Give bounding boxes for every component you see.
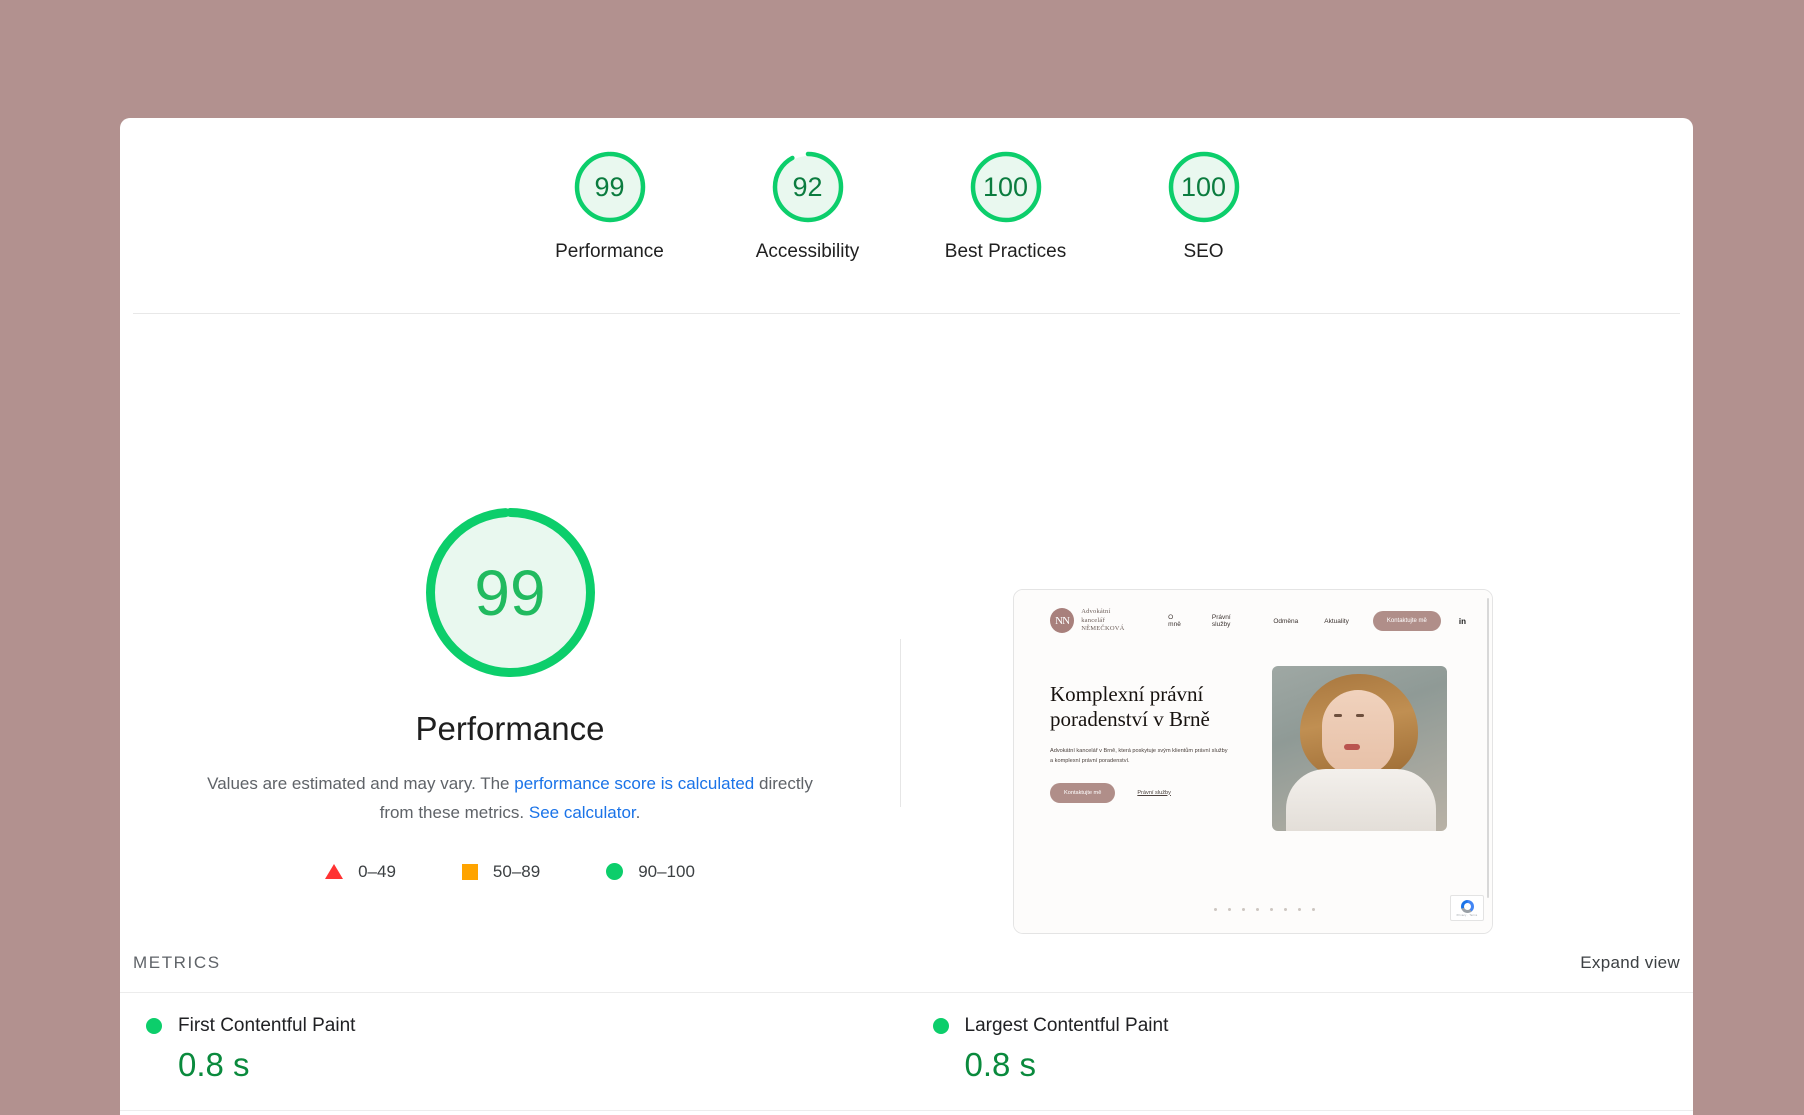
category-body: 99 Performance Values are estimated and … bbox=[120, 314, 1693, 934]
site-navbar: NN Advokátní kancelář NĚMEČKOVÁ O mně Pr… bbox=[1014, 590, 1492, 652]
carousel-dot bbox=[1270, 908, 1273, 911]
site-hero-secondary-link: Právní služby bbox=[1137, 789, 1171, 796]
logo-monogram-icon: NN bbox=[1050, 608, 1075, 634]
metric-header: Largest Contentful Paint bbox=[932, 1015, 1681, 1037]
site-nav-cta-button: Kontaktujte mě bbox=[1372, 611, 1441, 631]
gauge-label-best-practices: Best Practices bbox=[944, 241, 1067, 262]
site-logo-text: Advokátní kancelář NĚMEČKOVÁ bbox=[1081, 608, 1134, 634]
report-card: 99 Performance 92 Accessibility 100 Best… bbox=[120, 118, 1693, 1115]
column-divider bbox=[900, 639, 901, 807]
carousel-dot bbox=[1228, 908, 1231, 911]
metrics-section-label: METRICS bbox=[133, 953, 221, 972]
legend-range-average: 50–89 bbox=[492, 861, 541, 881]
photo-eye-left bbox=[1334, 714, 1342, 717]
site-logo: NN Advokátní kancelář NĚMEČKOVÁ bbox=[1050, 608, 1134, 634]
site-nav-menu: O mně Právní služby Odměna Aktuality bbox=[1168, 614, 1349, 628]
site-hero: Komplexní právní poradenství v Brně Advo… bbox=[1050, 682, 1245, 803]
carousel-dot bbox=[1242, 908, 1245, 911]
page-title: Performance bbox=[415, 710, 605, 747]
see-calculator-link[interactable]: See calculator bbox=[529, 803, 636, 822]
site-hero-actions: Kontaktujte mě Právní služby bbox=[1050, 782, 1245, 803]
site-nav-item-0: O mně bbox=[1168, 614, 1181, 628]
gauge-ring-accessibility: 92 bbox=[770, 149, 846, 225]
site-hero-cta-button: Kontaktujte mě bbox=[1050, 782, 1116, 803]
carousel-dot bbox=[1256, 908, 1259, 911]
summary-gauge-seo[interactable]: 100 SEO bbox=[1146, 149, 1262, 263]
performance-block: 99 Performance Values are estimated and … bbox=[120, 314, 900, 882]
carousel-dot bbox=[1284, 908, 1287, 911]
gauge-ring-best-practices: 100 bbox=[968, 149, 1044, 225]
metrics-grid: First Contentful Paint 0.8 s Largest Con… bbox=[120, 992, 1693, 1111]
logo-line-2: NĚMEČKOVÁ bbox=[1081, 625, 1125, 633]
site-hero-photo bbox=[1272, 666, 1447, 831]
recaptcha-icon bbox=[1460, 899, 1474, 913]
score-legend: 0–49 50–89 90–100 bbox=[325, 862, 695, 882]
site-scrollbar bbox=[1487, 598, 1489, 898]
site-hero-title: Komplexní právní poradenství v Brně bbox=[1050, 682, 1210, 732]
legend-item-average: 50–89 bbox=[461, 861, 541, 882]
gauge-score-performance: 99 bbox=[594, 171, 625, 202]
triangle-icon bbox=[325, 864, 344, 880]
performance-score: 99 bbox=[474, 556, 546, 629]
performance-description: Values are estimated and may vary. The p… bbox=[190, 770, 830, 828]
recaptcha-badge: Privacy · Terms bbox=[1450, 895, 1484, 921]
photo-eye-right bbox=[1356, 714, 1364, 717]
logo-line-1: Advokátní kancelář bbox=[1081, 607, 1111, 624]
expand-view-toggle[interactable]: Expand view bbox=[1580, 953, 1680, 973]
site-nav-item-1: Právní služby bbox=[1211, 614, 1231, 628]
legend-range-pass: 90–100 bbox=[638, 861, 695, 881]
performance-gauge: 99 bbox=[420, 502, 601, 683]
metrics-column-right: Largest Contentful Paint 0.8 s bbox=[906, 993, 1693, 1111]
carousel-dot bbox=[1312, 908, 1315, 911]
circle-icon bbox=[606, 863, 624, 881]
metrics-header: METRICS Expand view bbox=[120, 934, 1693, 992]
metric-row[interactable]: First Contentful Paint 0.8 s bbox=[120, 993, 907, 1111]
lighthouse-report-page: 99 Performance 92 Accessibility 100 Best… bbox=[0, 0, 1804, 1115]
carousel-dot bbox=[1298, 908, 1301, 911]
site-nav-item-2: Odměna bbox=[1273, 617, 1299, 625]
gauge-label-performance: Performance bbox=[555, 241, 664, 262]
square-icon bbox=[461, 863, 478, 880]
metric-name: Largest Contentful Paint bbox=[964, 1015, 1169, 1036]
legend-item-pass: 90–100 bbox=[606, 862, 695, 882]
site-nav-item-3: Aktuality bbox=[1324, 617, 1349, 625]
metric-name: First Contentful Paint bbox=[178, 1015, 356, 1036]
photo-face bbox=[1322, 690, 1394, 774]
description-tail: . bbox=[635, 802, 641, 822]
legend-item-fail: 0–49 bbox=[325, 862, 396, 882]
description-lead: Values are estimated and may vary. The bbox=[207, 774, 515, 793]
gauge-label-accessibility: Accessibility bbox=[755, 241, 860, 262]
gauge-score-seo: 100 bbox=[1180, 171, 1227, 202]
legend-range-fail: 0–49 bbox=[358, 861, 396, 881]
photo-blouse bbox=[1286, 769, 1436, 831]
carousel-dot bbox=[1214, 908, 1217, 911]
summary-gauge-best-practices[interactable]: 100 Best Practices bbox=[944, 149, 1067, 263]
final-screenshot[interactable]: NN Advokátní kancelář NĚMEČKOVÁ O mně Pr… bbox=[1013, 589, 1493, 934]
summary-gauge-accessibility[interactable]: 92 Accessibility bbox=[750, 149, 866, 263]
gauge-label-seo: SEO bbox=[1183, 241, 1224, 262]
gauge-ring-performance: 99 bbox=[572, 149, 648, 225]
metric-header: First Contentful Paint bbox=[146, 1015, 894, 1037]
metric-value: 0.8 s bbox=[178, 1046, 250, 1083]
gauge-score-accessibility: 92 bbox=[792, 171, 823, 202]
status-badge bbox=[932, 1018, 949, 1034]
summary-gauge-strip: 99 Performance 92 Accessibility 100 Best… bbox=[120, 118, 1693, 314]
metric-value: 0.8 s bbox=[964, 1046, 1037, 1083]
site-hero-subtitle: Advokátní kancelář v Brně, která poskytu… bbox=[1050, 748, 1228, 765]
gauge-score-best-practices: 100 bbox=[982, 171, 1029, 202]
performance-score-link[interactable]: performance score is calculated bbox=[514, 774, 754, 793]
gauge-ring-seo: 100 bbox=[1166, 149, 1242, 225]
linkedin-icon: in bbox=[1458, 616, 1466, 626]
screenshot-content: NN Advokátní kancelář NĚMEČKOVÁ O mně Pr… bbox=[1014, 590, 1492, 933]
summary-gauge-performance[interactable]: 99 Performance bbox=[552, 149, 668, 263]
recaptcha-text: Privacy · Terms bbox=[1456, 913, 1478, 917]
metrics-column-left: First Contentful Paint 0.8 s bbox=[120, 993, 907, 1111]
photo-lips bbox=[1344, 744, 1360, 750]
metric-row[interactable]: Largest Contentful Paint 0.8 s bbox=[906, 993, 1693, 1111]
status-badge bbox=[146, 1018, 162, 1034]
site-carousel-dots bbox=[1214, 908, 1315, 911]
